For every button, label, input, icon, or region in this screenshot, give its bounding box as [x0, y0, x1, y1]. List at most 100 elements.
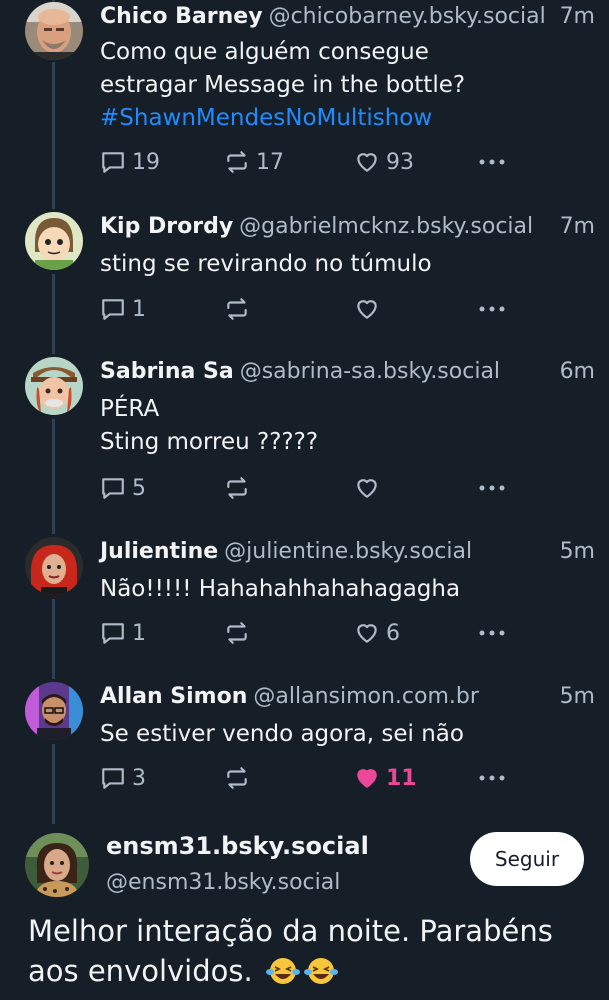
main-post-display-name[interactable]: ensm31.bsky.social — [106, 832, 369, 860]
repost-button[interactable]: 17 — [224, 147, 284, 177]
reply-icon — [100, 296, 126, 322]
author-name[interactable]: Allan Simon — [100, 684, 247, 709]
like-button[interactable]: 11 — [354, 763, 417, 793]
repost-button[interactable] — [224, 763, 256, 793]
post-header: Julientine @julientine.bsky.social 5m — [100, 539, 595, 569]
more-dots-icon — [478, 628, 506, 638]
post-text-line: Como que alguém consegue — [100, 39, 429, 65]
more-options-button[interactable] — [478, 763, 506, 793]
repost-icon — [224, 475, 250, 501]
post-header: Sabrina Sa @sabrina-sa.bsky.social 6m — [100, 359, 595, 389]
post-actions: 1 — [100, 294, 595, 324]
like-button[interactable] — [354, 294, 386, 324]
main-post-text: Melhor interação da noite. Parabéns aos … — [28, 911, 598, 995]
follow-button[interactable]: Seguir — [470, 832, 584, 886]
reply-post[interactable]: Kip Drordy @gabrielmcknz.bsky.social 7m s… — [0, 210, 609, 340]
more-options-button[interactable] — [478, 618, 506, 648]
avatar[interactable] — [25, 357, 83, 415]
more-options-button[interactable] — [478, 147, 506, 177]
like-button[interactable]: 6 — [354, 618, 400, 648]
reply-icon — [100, 765, 126, 791]
avatar[interactable] — [25, 682, 83, 740]
repost-button[interactable] — [224, 618, 256, 648]
more-options-button[interactable] — [478, 473, 506, 503]
reply-count: 5 — [132, 475, 146, 501]
repost-count: 17 — [256, 149, 284, 175]
repost-button[interactable] — [224, 473, 256, 503]
post-actions: 5 — [100, 473, 595, 503]
reply-count: 1 — [132, 620, 146, 646]
repost-icon — [224, 765, 250, 791]
post-time[interactable]: 5m — [560, 684, 595, 709]
repost-icon — [224, 620, 250, 646]
heart-icon — [354, 475, 380, 501]
post-text-line: PÉRA — [100, 396, 160, 422]
post-header: Chico Barney @chicobarney.bsky.social 7m — [100, 4, 595, 34]
laughing-crying-emoji-icon — [265, 955, 300, 995]
repost-icon — [224, 296, 250, 322]
more-dots-icon — [478, 483, 506, 493]
reply-post[interactable]: Chico Barney @chicobarney.bsky.social 7m … — [0, 0, 609, 200]
author-handle[interactable]: @julientine.bsky.social — [224, 539, 472, 564]
post-time[interactable]: 6m — [560, 359, 595, 384]
author-name[interactable]: Chico Barney — [100, 4, 263, 29]
post-text: Como que alguém consegue estragar Messag… — [100, 36, 595, 135]
post-text-line: Se estiver vendo agora, sei não — [100, 721, 464, 747]
reply-post[interactable]: Sabrina Sa @sabrina-sa.bsky.social 6m PÉR… — [0, 355, 609, 520]
post-header: Allan Simon @allansimon.com.br 5m — [100, 684, 595, 714]
reply-button[interactable]: 3 — [100, 763, 146, 793]
post-text-line: estragar Message in the bottle? — [100, 72, 466, 98]
reply-count: 19 — [132, 149, 160, 175]
post-text: Se estiver vendo agora, sei não — [100, 718, 595, 751]
reply-icon — [100, 149, 126, 175]
reply-button[interactable]: 19 — [100, 147, 160, 177]
post-time[interactable]: 7m — [560, 4, 595, 29]
more-dots-icon — [478, 773, 506, 783]
like-button[interactable]: 93 — [354, 147, 414, 177]
author-handle[interactable]: @gabrielmcknz.bsky.social — [239, 214, 533, 239]
reply-post[interactable]: Julientine @julientine.bsky.social 5m Não… — [0, 535, 609, 665]
heart-filled-icon — [354, 765, 380, 791]
author-handle[interactable]: @chicobarney.bsky.social — [269, 4, 546, 29]
like-count: 11 — [386, 765, 417, 791]
author-handle[interactable]: @allansimon.com.br — [253, 684, 479, 709]
like-button[interactable] — [354, 473, 386, 503]
post-text-line: sting se revirando no túmulo — [100, 251, 432, 277]
post-text-line: Sting morreu ????? — [100, 429, 319, 455]
reply-post[interactable]: Allan Simon @allansimon.com.br 5m Se esti… — [0, 680, 609, 810]
reply-button[interactable]: 1 — [100, 618, 146, 648]
reply-icon — [100, 620, 126, 646]
post-text-line: Não!!!!! Hahahahhahahagagha — [100, 576, 461, 602]
reply-icon — [100, 475, 126, 501]
avatar[interactable] — [25, 537, 83, 595]
post-time[interactable]: 5m — [560, 539, 595, 564]
author-handle[interactable]: @sabrina-sa.bsky.social — [240, 359, 500, 384]
post-time[interactable]: 7m — [560, 214, 595, 239]
like-count: 93 — [386, 149, 414, 175]
reply-count: 1 — [132, 296, 146, 322]
more-options-button[interactable] — [478, 294, 506, 324]
heart-icon — [354, 149, 380, 175]
hashtag-link[interactable]: #ShawnMendesNoMultishow — [100, 102, 595, 135]
reply-count: 3 — [132, 765, 146, 791]
avatar[interactable] — [25, 2, 83, 60]
laughing-crying-emoji-icon — [303, 955, 338, 995]
post-text: sting se revirando no túmulo — [100, 248, 595, 281]
heart-icon — [354, 620, 380, 646]
author-name[interactable]: Julientine — [100, 539, 218, 564]
post-text: PÉRA Sting morreu ????? — [100, 393, 595, 459]
main-post-avatar[interactable] — [25, 833, 89, 897]
author-name[interactable]: Sabrina Sa — [100, 359, 234, 384]
post-actions: 1 6 — [100, 618, 595, 648]
post-actions: 3 11 — [100, 763, 595, 793]
author-name[interactable]: Kip Drordy — [100, 214, 233, 239]
post-actions: 19 17 93 — [100, 147, 595, 177]
reply-button[interactable]: 5 — [100, 473, 146, 503]
post-header: Kip Drordy @gabrielmcknz.bsky.social 7m — [100, 214, 595, 244]
main-post-handle[interactable]: @ensm31.bsky.social — [106, 870, 340, 895]
avatar[interactable] — [25, 212, 83, 270]
repost-button[interactable] — [224, 294, 256, 324]
post-text: Não!!!!! Hahahahhahahagagha — [100, 573, 595, 606]
reply-button[interactable]: 1 — [100, 294, 146, 324]
more-dots-icon — [478, 157, 506, 167]
